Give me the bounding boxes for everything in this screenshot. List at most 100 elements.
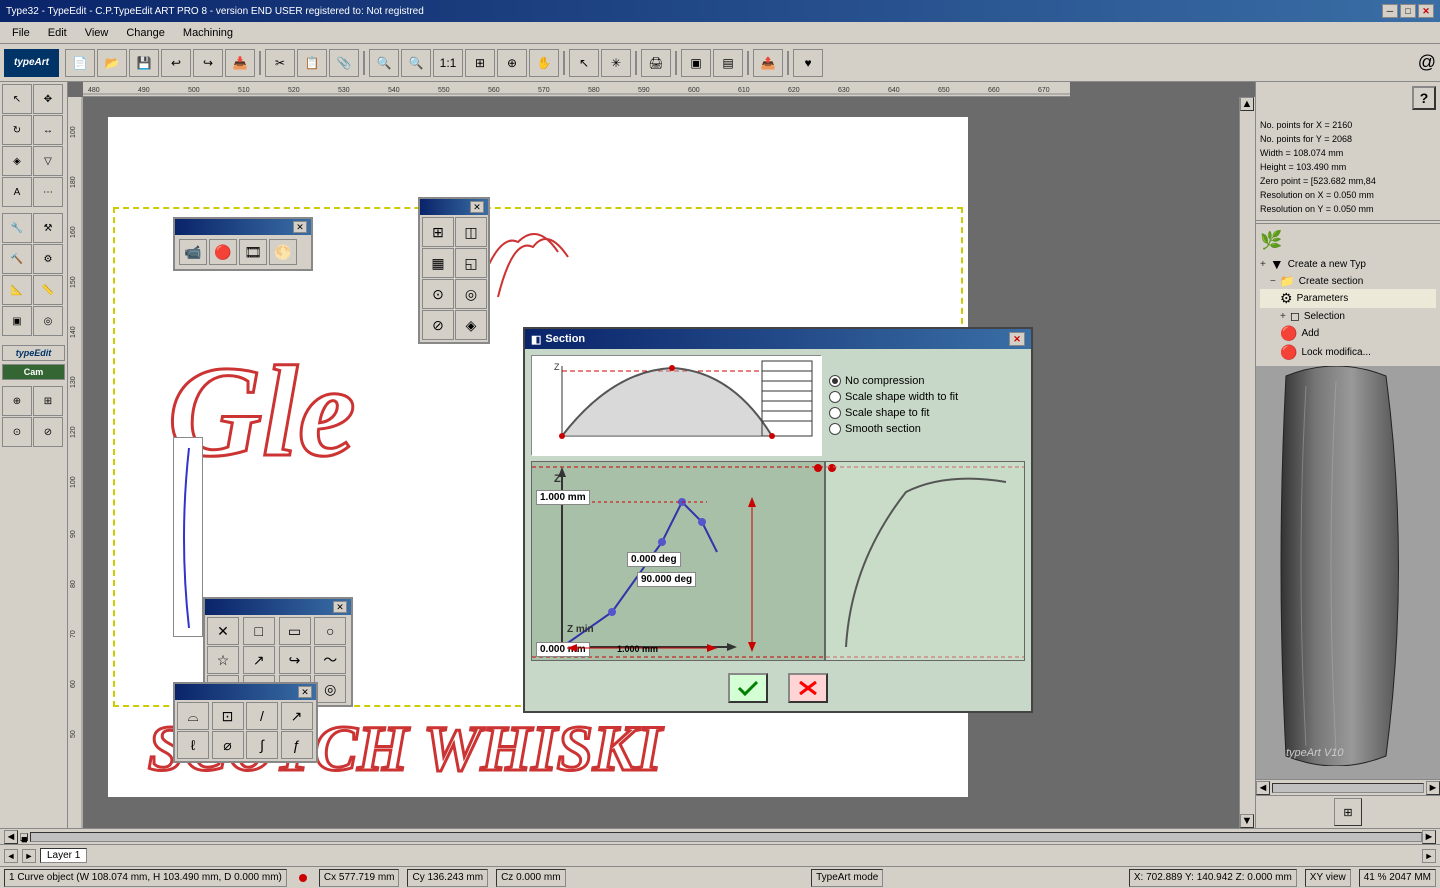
lt-t1[interactable]: 🔧 (2, 213, 32, 243)
tool-4[interactable]: ◱ (455, 248, 487, 278)
tb-3d1[interactable]: ▣ (681, 49, 711, 77)
lt-t6[interactable]: 📏 (33, 275, 63, 305)
lt-t2[interactable]: ⚒ (33, 213, 63, 243)
lt-t3[interactable]: 🔨 (2, 244, 32, 274)
lt-t4[interactable]: ⚙ (33, 244, 63, 274)
tree-add[interactable]: 🔴 Add (1260, 324, 1436, 343)
layer-prev[interactable]: ◄ (4, 849, 18, 863)
sh1[interactable]: ✕ (207, 617, 239, 645)
layer-name[interactable]: Layer 1 (40, 848, 87, 863)
sh3[interactable]: ▭ (279, 617, 311, 645)
radio-smooth[interactable]: Smooth section (829, 423, 958, 435)
section-cancel-button[interactable] (788, 673, 828, 703)
tool-6[interactable]: ◎ (455, 279, 487, 309)
float2-btn1[interactable]: 📹 (179, 239, 207, 265)
scroll-right-btn[interactable]: ► (1422, 830, 1436, 844)
tree-selection[interactable]: + ◻ Selection (1260, 308, 1436, 324)
sp5[interactable]: ℓ (177, 731, 209, 759)
tb-import[interactable]: 📥 (225, 49, 255, 77)
lt-t7[interactable]: ▣ (2, 306, 32, 336)
lt-node1[interactable]: ◈ (2, 146, 32, 176)
sp8[interactable]: ƒ (281, 731, 313, 759)
tb-3d2[interactable]: ▤ (713, 49, 743, 77)
tb-print[interactable]: 🖨 (641, 49, 671, 77)
menu-edit[interactable]: Edit (40, 25, 75, 41)
scroll-left-btn[interactable]: ◄ (4, 830, 18, 844)
radio-no-compress-btn[interactable] (829, 375, 841, 387)
sp1[interactable]: ⌓ (177, 702, 209, 730)
radio-scale-fit[interactable]: Scale shape to fit (829, 407, 958, 419)
tb-zoomarea[interactable]: ⊕ (497, 49, 527, 77)
tools-panel-close[interactable]: ✕ (470, 201, 484, 213)
sp7[interactable]: ∫ (246, 731, 278, 759)
sp3[interactable]: / (246, 702, 278, 730)
float2-title[interactable]: ✕ (175, 219, 311, 235)
lt-node2[interactable]: ▽ (33, 146, 63, 176)
tool-1[interactable]: ⊞ (422, 217, 454, 247)
float2-btn3[interactable]: 🎞 (239, 239, 267, 265)
tb-select[interactable]: ↖ (569, 49, 599, 77)
menu-change[interactable]: Change (118, 25, 173, 41)
tree-create-new[interactable]: + ▼ Create a new Typ (1260, 255, 1436, 273)
lt-t8[interactable]: ◎ (33, 306, 63, 336)
float3-title[interactable]: ✕ (205, 599, 351, 615)
section-dialog-title[interactable]: ◧ Section ✕ (525, 329, 1031, 349)
tb-fav[interactable]: ♥ (793, 49, 823, 77)
lt-rotate[interactable]: ↻ (2, 115, 32, 145)
tools-panel-title[interactable]: ✕ (420, 199, 488, 215)
float2-btn4[interactable]: 🌕 (269, 239, 297, 265)
tb-node[interactable]: ✳ (601, 49, 631, 77)
sh5[interactable]: ☆ (207, 646, 239, 674)
layer-scroll-r[interactable]: ► (1422, 849, 1436, 863)
lt-t5[interactable]: 📐 (2, 275, 32, 305)
tb-export[interactable]: 📤 (753, 49, 783, 77)
help-button[interactable]: ? (1412, 86, 1436, 110)
tb-redo[interactable]: ↪ (193, 49, 223, 77)
lt-scale[interactable]: ↔ (33, 115, 63, 145)
lt-arrow[interactable]: ↖ (2, 84, 32, 114)
lt-c2[interactable]: ⊞ (33, 386, 63, 416)
sp6[interactable]: ⌀ (212, 731, 244, 759)
radio-scale-fit-btn[interactable] (829, 407, 841, 419)
lt-move[interactable]: ✥ (33, 84, 63, 114)
lt-text2[interactable]: ⋯ (33, 177, 63, 207)
lt-c3[interactable]: ⊙ (2, 417, 32, 447)
tb-zoom100[interactable]: 1:1 (433, 49, 463, 77)
tool-3[interactable]: ▦ (422, 248, 454, 278)
tb-undo[interactable]: ↩ (161, 49, 191, 77)
typeart-logo-btn[interactable]: typeArt (4, 49, 59, 77)
tb-zoomout[interactable]: 🔍 (401, 49, 431, 77)
tb-paste[interactable]: 📎 (329, 49, 359, 77)
float4-close[interactable]: ✕ (298, 686, 312, 698)
sh7[interactable]: ↪ (279, 646, 311, 674)
float2-btn2[interactable]: 🔴 (209, 239, 237, 265)
tree-parameters[interactable]: ⚙ Parameters (1260, 289, 1436, 308)
tb-email[interactable]: @ (1418, 52, 1436, 73)
sh8[interactable]: 〜 (314, 646, 346, 674)
float3-close[interactable]: ✕ (333, 601, 347, 613)
cam-label[interactable]: Cam (2, 364, 65, 380)
lt-c1[interactable]: ⊕ (2, 386, 32, 416)
lt-c4[interactable]: ⊘ (33, 417, 63, 447)
tb-cut[interactable]: ✂ (265, 49, 295, 77)
sh12[interactable]: ◎ (314, 675, 346, 703)
tool-7[interactable]: ⊘ (422, 310, 454, 340)
sp2[interactable]: ⊡ (212, 702, 244, 730)
tb-copy[interactable]: 📋 (297, 49, 327, 77)
scroll-snap-btn[interactable]: ■ (20, 833, 28, 841)
radio-no-compress[interactable]: No compression (829, 375, 958, 387)
tb-save[interactable]: 💾 (129, 49, 159, 77)
menu-view[interactable]: View (77, 25, 117, 41)
menu-machining[interactable]: Machining (175, 25, 241, 41)
sh4[interactable]: ○ (314, 617, 346, 645)
layer-next[interactable]: ► (22, 849, 36, 863)
lt-text1[interactable]: A (2, 177, 32, 207)
rp-grid-btn[interactable]: ⊞ (1334, 798, 1362, 826)
tree-lock[interactable]: 🔴 Lock modifica... (1260, 343, 1436, 362)
tb-open[interactable]: 📂 (97, 49, 127, 77)
tb-pan[interactable]: ✋ (529, 49, 559, 77)
rp-scroll-left[interactable]: ◄ (1256, 781, 1270, 795)
radio-smooth-btn[interactable] (829, 423, 841, 435)
float4-title[interactable]: ✕ (175, 684, 316, 700)
radio-scale-width[interactable]: Scale shape width to fit (829, 391, 958, 403)
